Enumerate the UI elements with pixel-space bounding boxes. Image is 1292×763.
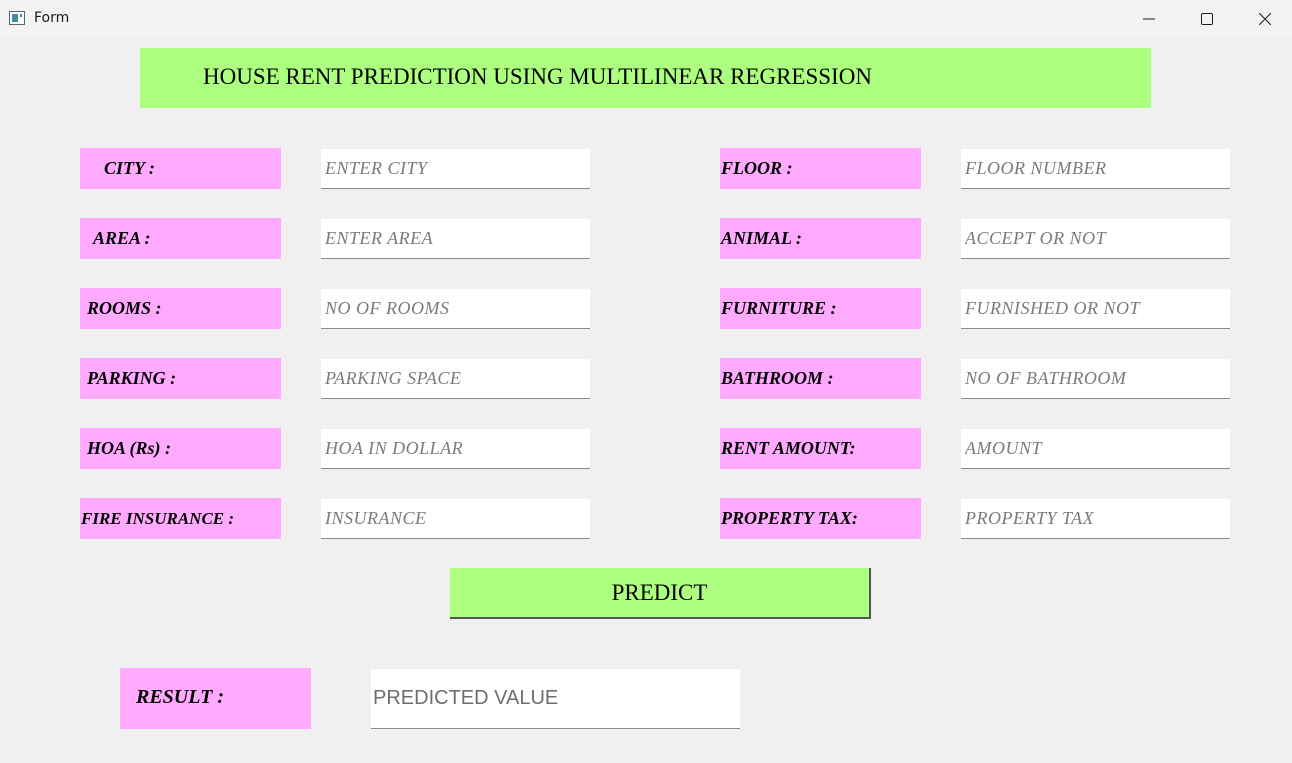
result-output[interactable] xyxy=(371,669,740,729)
rooms-input[interactable] xyxy=(321,289,590,329)
rent-amount-input[interactable] xyxy=(961,429,1230,469)
area-input[interactable] xyxy=(321,219,590,259)
city-input[interactable] xyxy=(321,149,590,189)
app-form-icon xyxy=(9,11,25,25)
label-animal: ANIMAL : xyxy=(720,218,921,259)
result-label: RESULT : xyxy=(120,668,311,729)
label-bathroom: BATHROOM : xyxy=(720,358,921,399)
label-furniture: FURNITURE : xyxy=(720,288,921,329)
predict-button[interactable]: PREDICT xyxy=(450,568,871,619)
title-bar: Form xyxy=(0,0,1292,38)
floor-input[interactable] xyxy=(961,149,1230,189)
close-icon xyxy=(1259,13,1271,25)
property-tax-input[interactable] xyxy=(961,499,1230,539)
label-floor: FLOOR : xyxy=(720,148,921,189)
maximize-button[interactable] xyxy=(1178,0,1236,38)
label-area: AREA : xyxy=(80,218,281,259)
maximize-icon xyxy=(1201,13,1213,25)
parking-input[interactable] xyxy=(321,359,590,399)
close-button[interactable] xyxy=(1236,0,1292,38)
label-hoa: HOA (Rs) : xyxy=(80,428,281,469)
minimize-button[interactable] xyxy=(1120,0,1178,38)
label-rent-amount: RENT AMOUNT: xyxy=(720,428,921,469)
bathroom-input[interactable] xyxy=(961,359,1230,399)
window-title: Form xyxy=(34,10,70,26)
hoa-input[interactable] xyxy=(321,429,590,469)
page-title: HOUSE RENT PREDICTION USING MULTILINEAR … xyxy=(203,64,872,89)
label-property-tax: PROPERTY TAX: xyxy=(720,498,921,539)
form-window: Form HOUSE RENT PREDICTION USING MULTILI… xyxy=(0,0,1292,763)
label-rooms: ROOMS : xyxy=(80,288,281,329)
furniture-input[interactable] xyxy=(961,289,1230,329)
minimize-icon xyxy=(1143,18,1155,20)
label-parking: PARKING : xyxy=(80,358,281,399)
insurance-input[interactable] xyxy=(321,499,590,539)
label-city: CITY : xyxy=(80,148,281,189)
label-fire-insurance: FIRE INSURANCE : xyxy=(80,498,281,539)
animal-input[interactable] xyxy=(961,219,1230,259)
header-banner: HOUSE RENT PREDICTION USING MULTILINEAR … xyxy=(140,48,1151,108)
